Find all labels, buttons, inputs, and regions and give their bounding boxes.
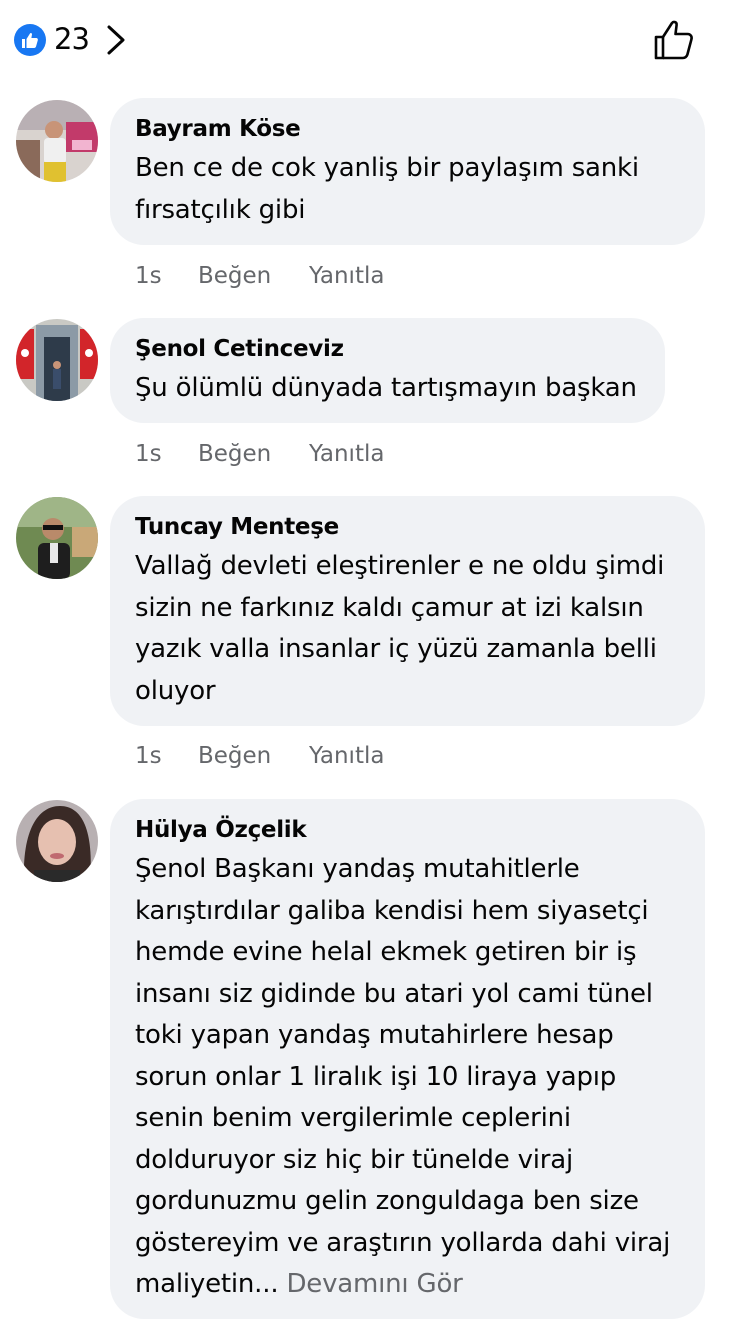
comment-text-body: Şenol Başkanı yandaş mutahitlerle karışt… [135,854,671,1299]
reply-button[interactable]: Yanıtla [309,263,384,289]
comment-actions: 1s Beğen Yanıtla [135,441,384,467]
avatar[interactable] [16,800,98,882]
reply-button[interactable]: Yanıtla [309,441,384,467]
comment-bubble[interactable]: Tuncay Menteşe Vallağ devleti eleştirenl… [110,496,705,726]
comment-bubble[interactable]: Şenol Cetinceviz Şu ölümlü dünyada tartı… [110,318,665,423]
reactions-bar: 23 [0,0,729,80]
comment-time[interactable]: 1s [135,441,198,467]
comment-actions: 1s Beğen Yanıtla [135,743,384,769]
comment-text: Şu ölümlü dünyada tartışmayın başkan [135,373,637,403]
comment-actions: 1s Beğen Yanıtla [135,263,384,289]
like-button[interactable]: Beğen [198,743,309,769]
comment-text: Şenol Başkanı yandaş mutahitlerle karışt… [135,849,681,1306]
thumbs-up-outline-icon[interactable] [652,18,696,66]
comment-bubble[interactable]: Bayram Köse Ben ce de cok yanliş bir pay… [110,98,705,245]
reaction-count[interactable]: 23 [54,22,90,56]
avatar[interactable] [16,319,98,401]
like-button[interactable]: Beğen [198,441,309,467]
comment-author[interactable]: Tuncay Menteşe [135,512,681,542]
avatar[interactable] [16,497,98,579]
comment-author[interactable]: Şenol Cetinceviz [135,334,641,364]
chevron-right-icon[interactable] [104,24,128,60]
comment-time[interactable]: 1s [135,263,198,289]
comment-time[interactable]: 1s [135,743,198,769]
like-button[interactable]: Beğen [198,263,309,289]
comment-author[interactable]: Bayram Köse [135,114,681,144]
reply-button[interactable]: Yanıtla [309,743,384,769]
comment-text: Vallağ devleti eleştirenler e ne oldu şi… [135,551,665,706]
avatar[interactable] [16,100,98,182]
comment-text: Ben ce de cok yanliş bir paylaşım sanki … [135,153,639,225]
comment-bubble[interactable]: Hülya Özçelik Şenol Başkanı yandaş mutah… [110,799,705,1319]
comment-author[interactable]: Hülya Özçelik [135,815,681,845]
like-reaction-icon[interactable] [14,24,46,56]
see-more-link[interactable]: Devamını Gör [278,1269,462,1299]
